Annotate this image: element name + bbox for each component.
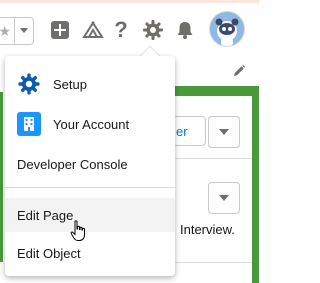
- chevron-down-icon: [219, 195, 229, 201]
- menu-item-edit-page[interactable]: Edit Page: [5, 198, 175, 232]
- menu-item-label: Your Account: [53, 116, 130, 132]
- menu-item-label: Setup: [53, 76, 87, 92]
- menu-divider: [5, 187, 175, 188]
- page-header-band: [175, 86, 259, 96]
- favorites-group: ★: [0, 17, 34, 45]
- avatar[interactable]: [210, 12, 244, 46]
- menu-item-edit-object[interactable]: Edit Object: [5, 238, 175, 268]
- menu-item-setup[interactable]: Setup: [5, 68, 175, 100]
- notifications-button[interactable]: [172, 17, 198, 43]
- setup-gear-icon: [17, 72, 41, 96]
- favorites-dropdown-button[interactable]: [14, 18, 33, 44]
- setup-menu: Setup Your Account Developer Console Edi…: [5, 56, 175, 276]
- trailhead-icon: [82, 21, 104, 38]
- bell-icon: [177, 22, 193, 39]
- star-icon[interactable]: ★: [0, 18, 14, 44]
- global-header: ★ ?: [0, 0, 259, 56]
- menu-item-your-account[interactable]: Your Account: [5, 108, 175, 140]
- building-icon: [17, 112, 41, 136]
- hand-cursor-icon: [70, 220, 88, 245]
- page-action-dropdown[interactable]: [208, 116, 240, 148]
- menu-item-label: Edit Page: [17, 207, 74, 223]
- menu-item-label: Developer Console: [17, 156, 128, 172]
- page-divider: [175, 158, 252, 159]
- setup-menu-button[interactable]: [140, 17, 166, 43]
- add-icon: [51, 21, 69, 39]
- global-actions-button[interactable]: [47, 17, 73, 43]
- page-divider: [175, 262, 252, 263]
- menu-item-label: Edit Object: [17, 245, 81, 261]
- page-text: Interview.: [180, 222, 235, 237]
- trailhead-button[interactable]: [80, 17, 106, 43]
- chevron-down-icon: [219, 129, 229, 135]
- help-icon[interactable]: ?: [108, 17, 134, 43]
- gear-icon: [143, 20, 163, 40]
- astro-avatar-icon: [210, 12, 244, 46]
- chevron-down-icon: [20, 28, 29, 33]
- menu-item-developer-console[interactable]: Developer Console: [5, 150, 175, 178]
- record-action-dropdown[interactable]: [208, 182, 240, 214]
- header-edge: [0, 0, 259, 3]
- page-left-band: [0, 92, 3, 262]
- page-edge-band: [252, 86, 259, 283]
- edit-pencil-icon[interactable]: [232, 64, 246, 81]
